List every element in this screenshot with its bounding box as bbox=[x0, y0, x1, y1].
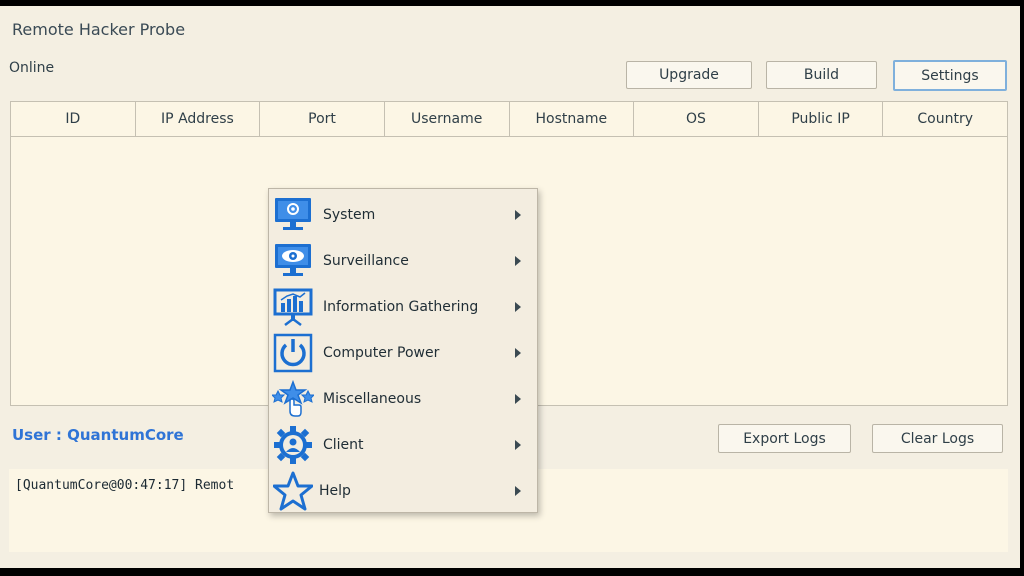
app-title: Remote Hacker Probe bbox=[12, 20, 186, 39]
menu-item-label: Client bbox=[323, 437, 364, 453]
submenu-arrow-icon bbox=[515, 302, 521, 312]
menu-item-label: Computer Power bbox=[323, 345, 440, 361]
star-icon bbox=[271, 469, 315, 513]
submenu-arrow-icon bbox=[515, 210, 521, 220]
submenu-arrow-icon bbox=[515, 440, 521, 450]
menu-item-label: Surveillance bbox=[323, 253, 409, 269]
menu-item-system[interactable]: System bbox=[271, 193, 533, 237]
menu-item-label: System bbox=[323, 207, 376, 223]
clear-logs-button[interactable]: Clear Logs bbox=[872, 424, 1003, 453]
column-header-public-ip[interactable]: Public IP bbox=[759, 102, 884, 136]
table-header: ID IP Address Port Username Hostname OS … bbox=[11, 102, 1007, 137]
power-icon bbox=[271, 331, 315, 375]
column-header-os[interactable]: OS bbox=[634, 102, 759, 136]
submenu-arrow-icon bbox=[515, 394, 521, 404]
column-header-country[interactable]: Country bbox=[883, 102, 1007, 136]
menu-item-label: Information Gathering bbox=[323, 299, 479, 315]
connection-status: Online bbox=[9, 60, 55, 76]
current-user-label: User : QuantumCore bbox=[12, 426, 184, 444]
monitor-chart-icon bbox=[271, 285, 315, 329]
settings-button[interactable]: Settings bbox=[893, 60, 1007, 91]
menu-item-surveillance[interactable]: Surveillance bbox=[271, 239, 533, 283]
column-header-port[interactable]: Port bbox=[260, 102, 385, 136]
stars-hand-icon bbox=[271, 377, 315, 421]
build-button[interactable]: Build bbox=[766, 61, 877, 89]
gear-person-icon bbox=[271, 423, 315, 467]
menu-item-miscellaneous[interactable]: Miscellaneous bbox=[271, 377, 533, 421]
column-header-ip-address[interactable]: IP Address bbox=[136, 102, 261, 136]
submenu-arrow-icon bbox=[515, 486, 521, 496]
menu-item-label: Help bbox=[319, 483, 351, 499]
column-header-hostname[interactable]: Hostname bbox=[510, 102, 635, 136]
context-menu: System Surveillance Information Gatherin… bbox=[268, 188, 538, 513]
submenu-arrow-icon bbox=[515, 256, 521, 266]
menu-item-label: Miscellaneous bbox=[323, 391, 422, 407]
submenu-arrow-icon bbox=[515, 348, 521, 358]
menu-item-client[interactable]: Client bbox=[271, 423, 533, 467]
menu-item-information-gathering[interactable]: Information Gathering bbox=[271, 285, 533, 329]
upgrade-button[interactable]: Upgrade bbox=[626, 61, 752, 89]
monitor-eye-icon bbox=[271, 239, 315, 283]
column-header-username[interactable]: Username bbox=[385, 102, 510, 136]
menu-item-computer-power[interactable]: Computer Power bbox=[271, 331, 533, 375]
export-logs-button[interactable]: Export Logs bbox=[718, 424, 851, 453]
column-header-id[interactable]: ID bbox=[11, 102, 136, 136]
menu-item-help[interactable]: Help bbox=[271, 469, 533, 513]
monitor-gear-icon bbox=[271, 193, 315, 237]
log-line: [QuantumCore@00:47:17] Remot bbox=[15, 478, 235, 493]
